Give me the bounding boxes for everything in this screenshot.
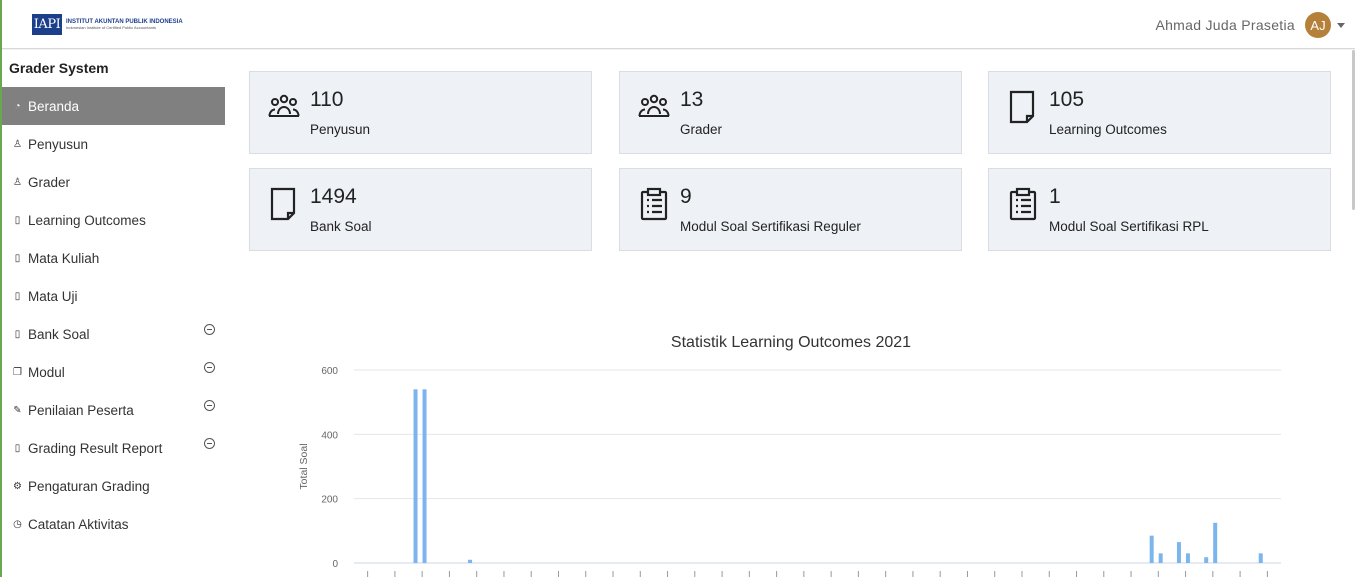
stat-value: 13 <box>680 88 704 111</box>
user-menu[interactable]: Ahmad Juda Prasetia AJ <box>1155 12 1345 38</box>
users-icon <box>267 90 301 124</box>
chart-bar <box>468 559 473 563</box>
sidebar-item-label: Grader <box>28 174 71 190</box>
stat-card-learning-outcomes[interactable]: 105 Learning Outcomes <box>988 71 1331 154</box>
document-icon: ▯ <box>14 290 21 302</box>
stat-label: Modul Soal Sertifikasi Reguler <box>680 219 861 234</box>
caret-down-icon[interactable] <box>1337 22 1345 28</box>
chart-bar <box>1158 553 1163 563</box>
stat-card-grader[interactable]: 13 Grader <box>619 71 962 154</box>
sidebar-item-label: Mata Uji <box>28 288 78 304</box>
sidebar-item-label: Catatan Aktivitas <box>28 516 129 532</box>
chart-bar <box>1185 553 1190 563</box>
chart-bar <box>1258 553 1263 563</box>
collapse-icon[interactable] <box>204 324 215 335</box>
chart-bar <box>422 389 427 563</box>
sidebar-item-label: Beranda <box>28 98 80 114</box>
stat-value: 110 <box>310 88 344 111</box>
document-icon <box>267 187 301 221</box>
sidebar-item-penilaian-peserta[interactable]: ✎ Penilaian Peserta <box>2 391 225 429</box>
iapi-logo[interactable]: IAPI INSTITUT AKUNTAN PUBLIK INDONESIA I… <box>32 14 183 35</box>
user-name: Ahmad Juda Prasetia <box>1155 17 1295 33</box>
collapse-icon[interactable] <box>204 400 215 411</box>
sidebar-item-grading-result-report[interactable]: ▯ Grading Result Report <box>2 429 225 467</box>
y-tick-label: 200 <box>321 495 338 506</box>
y-tick-label: 0 <box>332 559 338 570</box>
sidebar-item-label: Penilaian Peserta <box>28 402 134 418</box>
users-icon <box>637 90 671 124</box>
chart-title: Statistik Learning Outcomes 2021 <box>671 334 911 351</box>
stat-value: 9 <box>680 185 692 208</box>
sidebar-item-catatan-aktivitas[interactable]: ◷ Catatan Aktivitas <box>2 505 225 543</box>
stat-card-bank-soal[interactable]: 1494 Bank Soal <box>249 168 592 251</box>
sidebar-item-mata-kuliah[interactable]: ▯ Mata Kuliah <box>2 239 225 277</box>
clipboard-icon <box>637 187 671 221</box>
sidebar-item-penyusun[interactable]: ♙ Penyusun <box>2 125 225 163</box>
chart-bar <box>1176 542 1181 563</box>
sidebar-item-label: Mata Kuliah <box>28 250 100 266</box>
sidebar-title: Grader System <box>9 60 109 76</box>
document-icon <box>1006 90 1040 124</box>
y-tick-label: 600 <box>321 366 338 377</box>
sidebar-item-label: Learning Outcomes <box>28 212 146 228</box>
dashboard-icon: ◔ <box>14 100 21 112</box>
sidebar-item-beranda[interactable]: ◔ Beranda <box>2 87 225 125</box>
collapse-icon[interactable] <box>204 362 215 373</box>
main-content: 110 Penyusun 13 Grader 105 Learning Outc… <box>225 50 1355 577</box>
learning-outcomes-chart: Statistik Learning Outcomes 2021 0 200 400 6… <box>298 334 1281 577</box>
stat-value: 105 <box>1049 88 1085 111</box>
stat-label: Penyusun <box>310 122 371 137</box>
chart-bar <box>1149 535 1154 563</box>
sidebar-item-label: Grading Result Report <box>28 440 163 456</box>
sidebar-item-label: Modul <box>28 364 65 380</box>
chart-bar <box>1213 522 1218 563</box>
sidebar-item-grader[interactable]: ♙ Grader <box>2 163 225 201</box>
sidebar-item-bank-soal[interactable]: ▯ Bank Soal <box>2 315 225 353</box>
top-navbar: IAPI INSTITUT AKUNTAN PUBLIK INDONESIA I… <box>2 0 1355 49</box>
sidebar-item-pengaturan-grading[interactable]: ⚙ Pengaturan Grading <box>2 467 225 505</box>
stat-label: Bank Soal <box>310 219 372 234</box>
y-tick-label: 400 <box>321 430 338 441</box>
stat-card-modul-soal-sertifikasi-rpl[interactable]: 1 Modul Soal Sertifikasi RPL <box>988 168 1331 251</box>
sidebar-item-label: Penyusun <box>28 136 89 152</box>
stat-label: Learning Outcomes <box>1049 122 1167 137</box>
stat-card-modul-soal-sertifikasi-reguler[interactable]: 9 Modul Soal Sertifikasi Reguler <box>619 168 962 251</box>
clipboard-icon <box>1006 187 1040 221</box>
document-icon: ▯ <box>14 252 21 264</box>
avatar[interactable]: AJ <box>1305 12 1331 38</box>
clock-icon: ◷ <box>13 518 22 530</box>
sidebar-item-label: Pengaturan Grading <box>28 478 150 494</box>
app-root: IAPI INSTITUT AKUNTAN PUBLIK INDONESIA I… <box>0 0 1355 577</box>
chart-container: Statistik Learning Outcomes 2021 0 200 400 6… <box>249 330 1329 577</box>
document-icon: ▯ <box>14 442 21 454</box>
stat-label: Modul Soal Sertifikasi RPL <box>1049 219 1209 234</box>
chart-bar <box>1204 557 1209 563</box>
y-axis-label: Total Soal <box>298 443 310 489</box>
edit-icon: ✎ <box>13 404 22 416</box>
stat-value: 1494 <box>310 185 357 208</box>
sidebar-item-learning-outcomes[interactable]: ▯ Learning Outcomes <box>2 201 225 239</box>
sidebar-item-mata-uji[interactable]: ▯ Mata Uji <box>2 277 225 315</box>
stat-label: Grader <box>680 122 723 137</box>
sidebar-item-modul[interactable]: ❐ Modul <box>2 353 225 391</box>
sidebar: Grader System ◔ Beranda ♙ Penyusun ♙ Grader ▯ L… <box>2 50 225 577</box>
collapse-icon[interactable] <box>204 438 215 449</box>
user-icon: ♙ <box>13 176 22 188</box>
sidebar-menu: ◔ Beranda ♙ Penyusun ♙ Grader ▯ Learning Outcom… <box>2 87 225 543</box>
logo-mark: IAPI <box>32 14 62 35</box>
logo-line-2: Indonesian Institute of Certified Public… <box>66 25 157 30</box>
copy-icon: ❐ <box>13 366 22 378</box>
document-icon: ▯ <box>14 214 21 226</box>
stat-value: 1 <box>1049 185 1061 208</box>
chart-bar <box>413 389 418 563</box>
logo-text: INSTITUT AKUNTAN PUBLIK INDONESIA Indone… <box>66 19 183 30</box>
user-icon: ♙ <box>13 138 22 150</box>
gear-icon: ⚙ <box>13 480 22 492</box>
document-icon: ▯ <box>14 328 21 340</box>
stat-card-penyusun[interactable]: 110 Penyusun <box>249 71 592 154</box>
sidebar-item-label: Bank Soal <box>28 326 90 342</box>
